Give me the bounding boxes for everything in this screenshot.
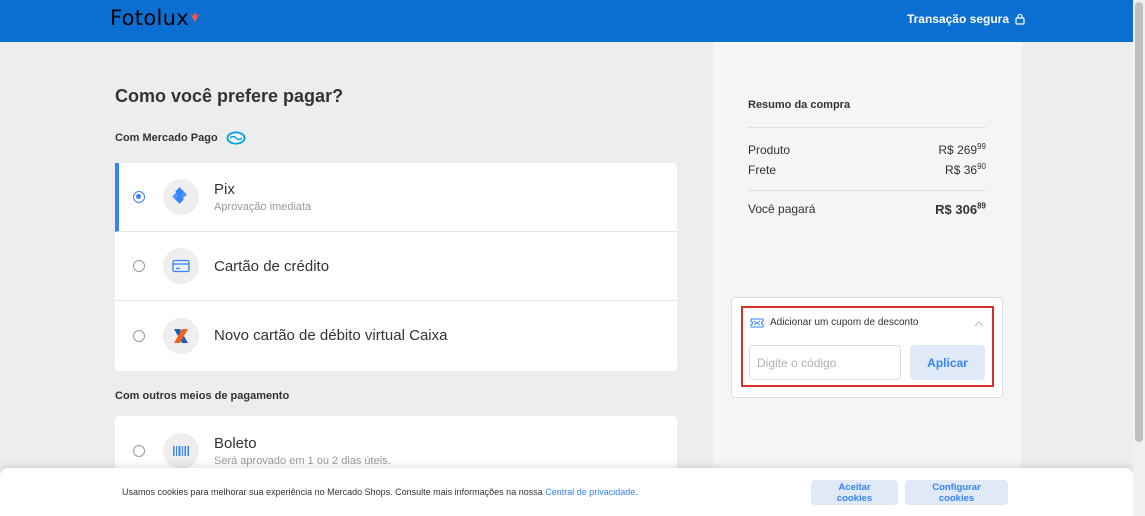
purchase-summary-panel: Resumo da compra Produto R$ 26999 Frete … [713,42,1021,516]
payment-option-pix[interactable]: Pix Aprovação imediata [115,163,677,232]
summary-row-label: Produto [748,143,791,157]
summary-row-amount: R$ 3690 [945,162,986,178]
configure-cookies-button[interactable]: Configurar cookies [905,480,1008,505]
mercado-pago-options: Pix Aprovação imediata Cartão de crédito… [115,163,677,371]
summary-divider [748,127,986,128]
scrollbar-thumb[interactable] [1135,2,1143,442]
store-logo[interactable]: Fotolux [110,6,189,30]
cookie-banner: Usamos cookies para melhorar sua experiê… [0,468,1133,516]
radio-pix[interactable] [133,191,145,203]
pix-text: Pix Aprovação imediata [214,181,311,213]
chevron-up-icon[interactable] [974,319,984,329]
mercado-pago-icon [226,131,246,145]
option-subtitle: Será aprovado em 1 ou 2 dias úteis. [214,454,391,467]
option-subtitle: Aprovação imediata [214,201,312,213]
radio-boleto[interactable] [133,444,145,457]
coupon-toggle[interactable]: Adicionar um cupom de desconto [750,317,918,328]
option-title: Boleto [214,434,257,452]
privacy-center-link[interactable]: Central de privacidade. [545,487,638,497]
top-header: Fotolux Transação segura [0,0,1133,42]
summary-row-produto: Produto R$ 26999 [748,142,986,158]
summary-row-amount: R$ 26999 [938,142,986,158]
summary-row-frete: Frete R$ 3690 [748,162,986,178]
pix-icon [163,179,199,215]
summary-row-label: Frete [748,163,777,177]
ticket-icon [750,318,764,327]
page-title: Como você prefere pagar? [115,86,344,106]
caixa-logo-icon [163,317,199,354]
credit-card-text: Cartão de crédito [214,258,329,275]
cookie-message: Usamos cookies para melhorar sua experiê… [122,487,543,497]
accept-cookies-button[interactable]: Aceitar cookies [811,480,898,505]
barcode-icon [163,432,199,469]
other-section-text: Com outros meios de pagamento [115,390,290,402]
summary-divider [748,190,986,191]
secure-transaction: Transação segura [907,12,1025,26]
radio-credit-card[interactable] [133,260,145,272]
secure-label: Transação segura [906,12,1009,26]
radio-caixa[interactable] [133,329,145,342]
page-scrollbar[interactable] [1133,0,1145,516]
logo-mark-icon [190,12,200,22]
credit-card-icon [163,248,199,284]
other-methods-section-label: Com outros meios de pagamento [115,390,289,402]
summary-total: Você pagará R$ 30689 [748,202,986,217]
boleto-text: Boleto Será aprovado em 1 ou 2 dias útei… [214,435,391,467]
summary-total-amount: R$ 30689 [935,201,986,217]
coupon-code-input[interactable] [749,345,901,380]
cookie-text: Usamos cookies para melhorar sua experiê… [122,487,638,497]
payment-option-caixa[interactable]: Novo cartão de débito virtual Caixa [115,301,677,370]
apply-coupon-button[interactable]: Aplicar [910,345,985,380]
option-title: Novo cartão de débito virtual Caixa [214,327,448,344]
summary-total-label: Você pagará [748,202,816,216]
mercado-pago-section-label: Com Mercado Pago [115,131,246,145]
option-title: Cartão de crédito [214,257,330,275]
lock-icon [1015,13,1025,25]
option-title: Pix [214,181,235,198]
coupon-label: Adicionar um cupom de desconto [770,317,919,328]
mp-section-text: Com Mercado Pago [115,132,218,144]
summary-title: Resumo da compra [748,99,851,111]
payment-option-credit-card[interactable]: Cartão de crédito [115,232,677,301]
caixa-text: Novo cartão de débito virtual Caixa [214,327,447,344]
